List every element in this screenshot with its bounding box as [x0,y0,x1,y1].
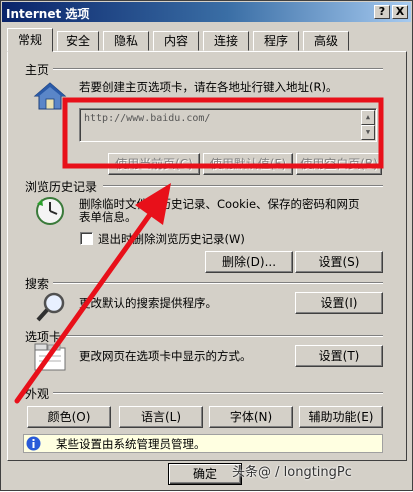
highlight-box [62,97,384,169]
internet-options-dialog: Internet 选项 ? X 常规 安全 隐私 内容 连接 程序 高级 主页 … [0,0,413,491]
pointer-arrow-head [135,183,171,225]
tab-general[interactable]: 常规 [7,28,53,52]
pointer-arrow-line [14,210,154,404]
annotation-overlay [14,97,384,404]
